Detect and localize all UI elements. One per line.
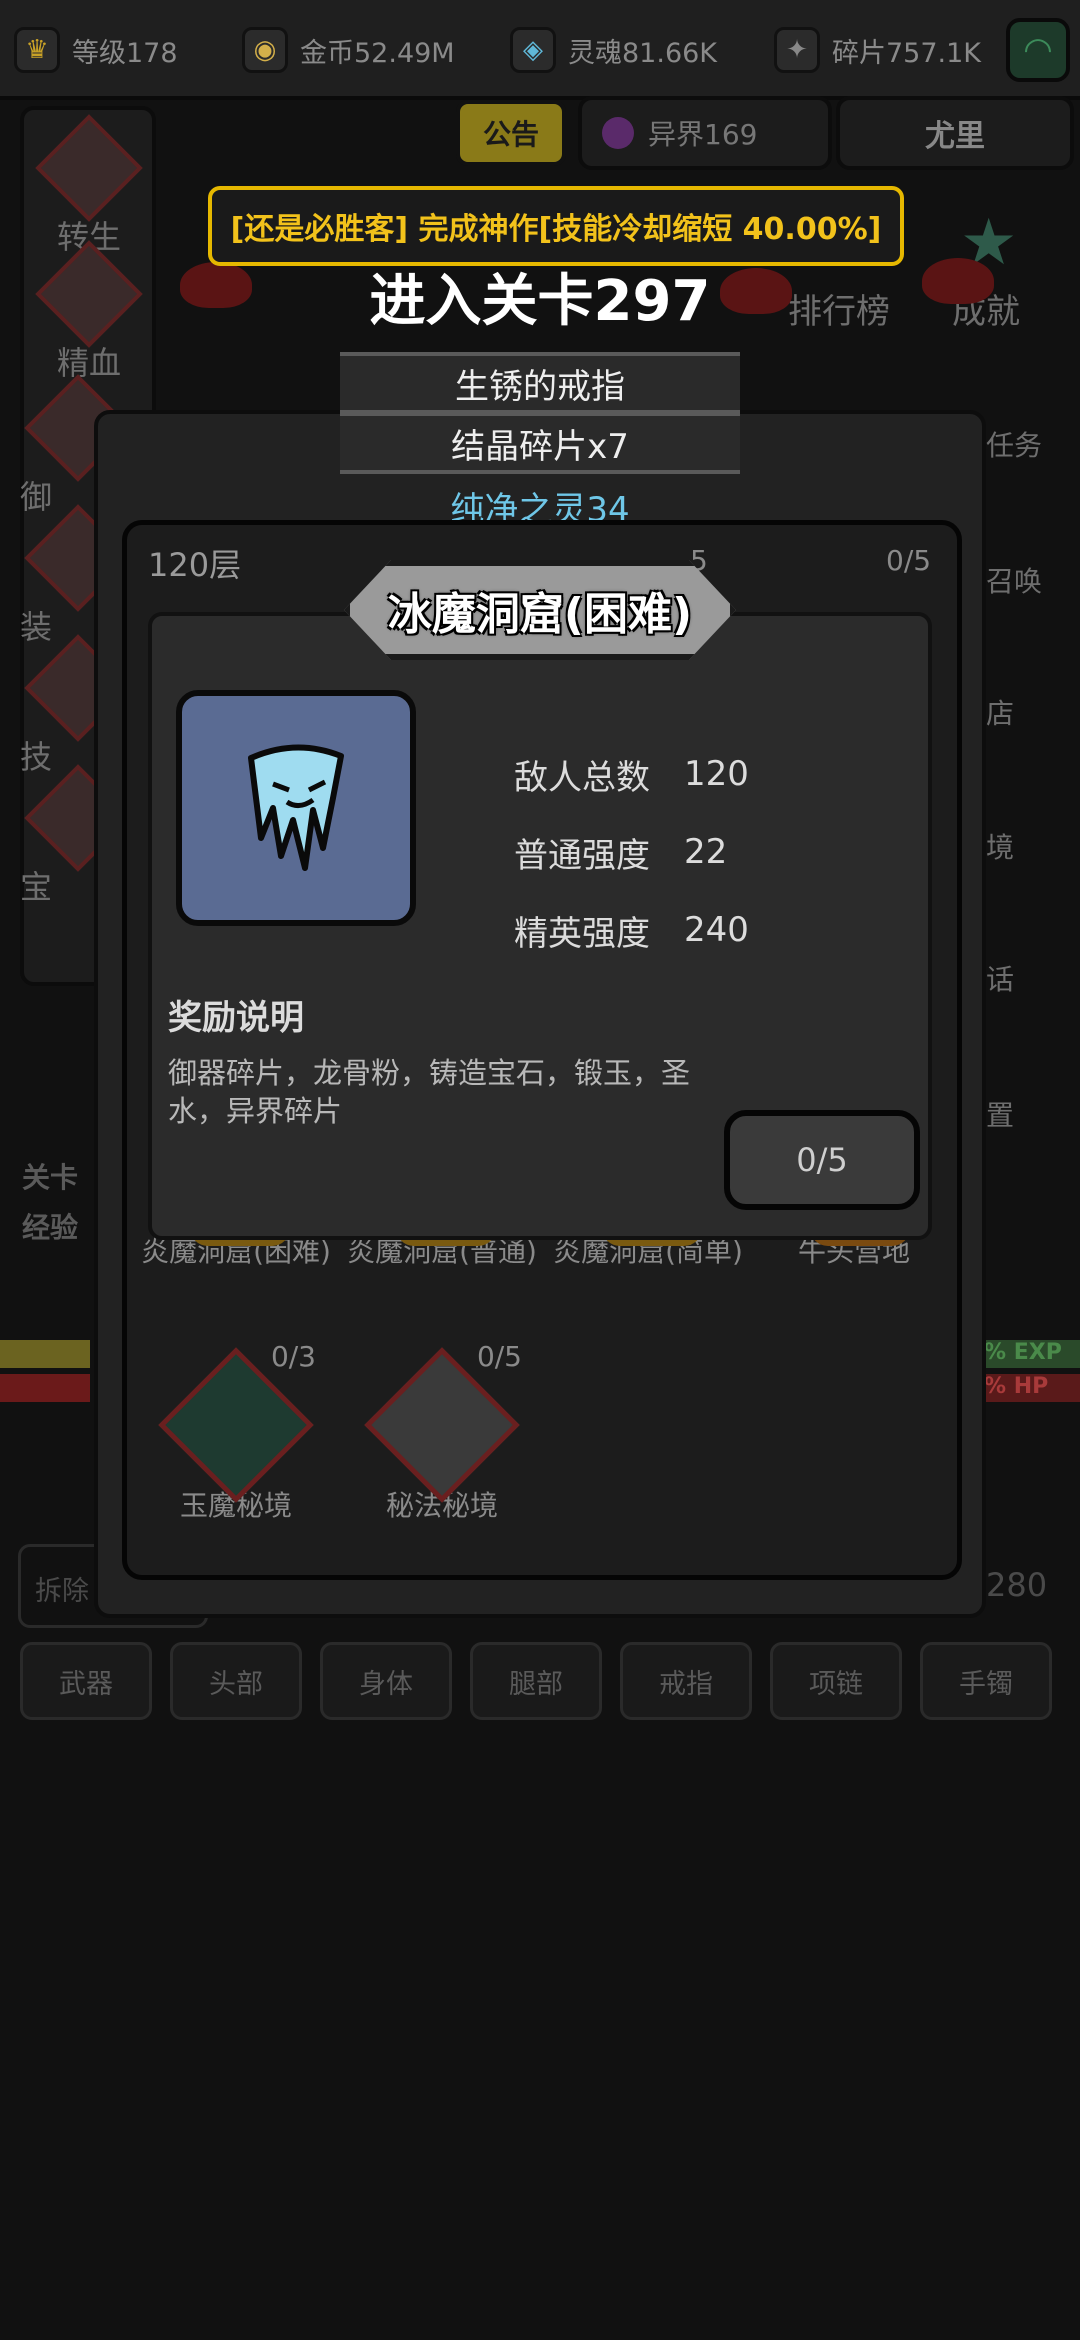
menu-summon-label: 召唤 <box>986 565 1043 598</box>
tab-body[interactable]: 身体 <box>320 1642 452 1720</box>
stat-normal-strength-key: 普通强度 <box>514 835 650 876</box>
signal-icon[interactable]: ◠ <box>1006 18 1070 82</box>
stat-elite-strength-value: 240 <box>684 910 749 950</box>
menu-shop-label: 店 <box>986 697 1015 730</box>
tab-ring-label: 戒指 <box>659 1668 713 1700</box>
level-display: ♛ 等级178 <box>14 22 178 78</box>
stage-drop-ring: 生锈的戒指 <box>340 352 740 414</box>
exp-bar-right: % EXP <box>984 1340 1080 1368</box>
stage-label-bg: 关卡 <box>22 1156 78 1196</box>
exp-label-bg: 经验 <box>22 1206 78 1246</box>
resource-bar: ♛ 等级178 ◉ 金币52.49M ◈ 灵魂81.66K ✦ 碎片757.1K… <box>0 0 1080 100</box>
shard-icon: ✦ <box>774 27 820 73</box>
menu-essence-label: 精血 <box>56 344 121 382</box>
modal-title: 冰魔洞窟(困难) <box>387 589 693 640</box>
enter-dungeon-button[interactable]: 0/5 <box>724 1110 920 1210</box>
stat-elite-strength-key: 精英强度 <box>514 913 650 954</box>
tab-weapon[interactable]: 武器 <box>20 1642 152 1720</box>
stage-title: 进入关卡297 <box>369 269 711 334</box>
tab-necklace-label: 项链 <box>809 1668 863 1700</box>
menu-realm[interactable]: 境 <box>986 826 1014 866</box>
dungeon-arcane[interactable]: 0/5 秘法秘境 <box>342 1340 542 1530</box>
ice-monster-icon <box>248 744 344 871</box>
tab-necklace[interactable]: 项链 <box>770 1642 902 1720</box>
stat-normal-strength: 普通强度 22 <box>514 827 727 877</box>
stat-enemy-total-key: 敌人总数 <box>514 757 650 798</box>
menu-quests-label: 任务 <box>986 429 1043 462</box>
stat-enemy-total-value: 120 <box>684 754 749 794</box>
tab-bracelet-label: 手镯 <box>959 1668 1013 1700</box>
reward-heading: 奖励说明 <box>168 998 304 1038</box>
reward-description: 御器碎片，龙骨粉，铸造宝石，锻玉，圣水，异界碎片 <box>168 1056 691 1128</box>
tab-body-label: 身体 <box>359 1668 413 1700</box>
announcement-text: [还是必胜客] 完成神作[技能冷却缩短 40.00%] <box>230 212 882 247</box>
portal-icon <box>602 117 634 149</box>
stage-drop-ring-label: 生锈的戒指 <box>455 366 625 407</box>
stage-drop-shards-label: 结晶碎片x7 <box>451 426 629 467</box>
gold-label: 金币52.49M <box>300 37 455 69</box>
stage-drop-shards: 结晶碎片x7 <box>340 412 740 474</box>
tab-ring[interactable]: 戒指 <box>620 1642 752 1720</box>
otherworld-label: 异界169 <box>648 118 758 151</box>
stat-elite-strength: 精英强度 240 <box>514 905 749 955</box>
menu-treasure-label: 宝 <box>20 868 53 906</box>
tab-bracelet[interactable]: 手镯 <box>920 1642 1052 1720</box>
menu-settings-label: 置 <box>986 1099 1015 1132</box>
stat-normal-strength-value: 22 <box>684 832 728 872</box>
player-name: 尤里 <box>925 119 985 154</box>
tab-legs[interactable]: 腿部 <box>470 1642 602 1720</box>
announcement-banner: [还是必胜客] 完成神作[技能冷却缩短 40.00%] <box>208 186 904 266</box>
gold-display: ◉ 金币52.49M <box>242 22 455 78</box>
notice-tab-label: 公告 <box>482 118 539 151</box>
menu-shop[interactable]: 店 <box>986 692 1014 732</box>
dungeon-jade-count: 0/3 <box>270 1340 316 1373</box>
tab-legs-label: 腿部 <box>509 1668 563 1700</box>
dungeon-jade[interactable]: 0/3 玉魔秘境 <box>136 1340 336 1530</box>
menu-equip-label: 装 <box>20 608 53 646</box>
exp-bar <box>0 1340 90 1368</box>
stat-enemy-total: 敌人总数 120 <box>514 749 749 799</box>
stage-label-text: 关卡 <box>22 1161 79 1194</box>
coin-icon: ◉ <box>242 27 288 73</box>
shard-label: 碎片757.1K <box>832 37 982 69</box>
menu-realm-label: 境 <box>986 831 1015 864</box>
ice-monster-portrait <box>176 690 416 926</box>
remove-label: 拆除 <box>35 1576 89 1607</box>
level-label: 等级178 <box>72 37 178 69</box>
exp-bar-label: % EXP <box>984 1340 1062 1365</box>
hp-bar <box>0 1374 90 1402</box>
soul-icon: ◈ <box>510 27 556 73</box>
dungeon-arcane-count: 0/5 <box>476 1340 522 1373</box>
count-280: 280 <box>986 1566 1047 1604</box>
menu-dialog[interactable]: 话 <box>986 958 1014 998</box>
crown-icon: ♛ <box>14 27 60 73</box>
menu-quests[interactable]: 任务 <box>986 424 1042 464</box>
menu-settings[interactable]: 置 <box>986 1094 1014 1134</box>
floor-label: 120层 <box>148 540 241 586</box>
otherworld-tab[interactable]: 异界169 <box>578 96 832 170</box>
floor-label-text: 120层 <box>148 546 242 584</box>
shard-display: ✦ 碎片757.1K <box>774 22 981 78</box>
soul-display: ◈ 灵魂81.66K <box>510 22 717 78</box>
exp-label-text: 经验 <box>22 1211 79 1244</box>
attempts-counter: 0/5 <box>796 1141 848 1179</box>
menu-rebirth[interactable]: 转生 <box>34 114 144 258</box>
menu-skill-label: 技 <box>20 738 53 776</box>
tab-weapon-label: 武器 <box>59 1668 113 1700</box>
tab-head[interactable]: 头部 <box>170 1642 302 1720</box>
soul-label: 灵魂81.66K <box>568 37 718 69</box>
dungeon-count-top: 0/5 <box>886 544 931 577</box>
tab-head-label: 头部 <box>209 1668 263 1700</box>
menu-dialog-label: 话 <box>986 963 1015 996</box>
dungeon-count-top-2: 0/5 <box>886 544 932 577</box>
player-name-tab[interactable]: 尤里 <box>836 96 1074 170</box>
hp-bar-label: % HP <box>984 1374 1049 1399</box>
count-280-label: 280 <box>986 1566 1048 1604</box>
notice-tab[interactable]: 公告 <box>456 100 566 166</box>
hp-bar-right: % HP <box>984 1374 1080 1402</box>
modal-title-plate: 冰魔洞窟(困难) <box>344 560 736 660</box>
menu-summon[interactable]: 召唤 <box>986 560 1042 600</box>
cross-icon <box>35 114 143 222</box>
